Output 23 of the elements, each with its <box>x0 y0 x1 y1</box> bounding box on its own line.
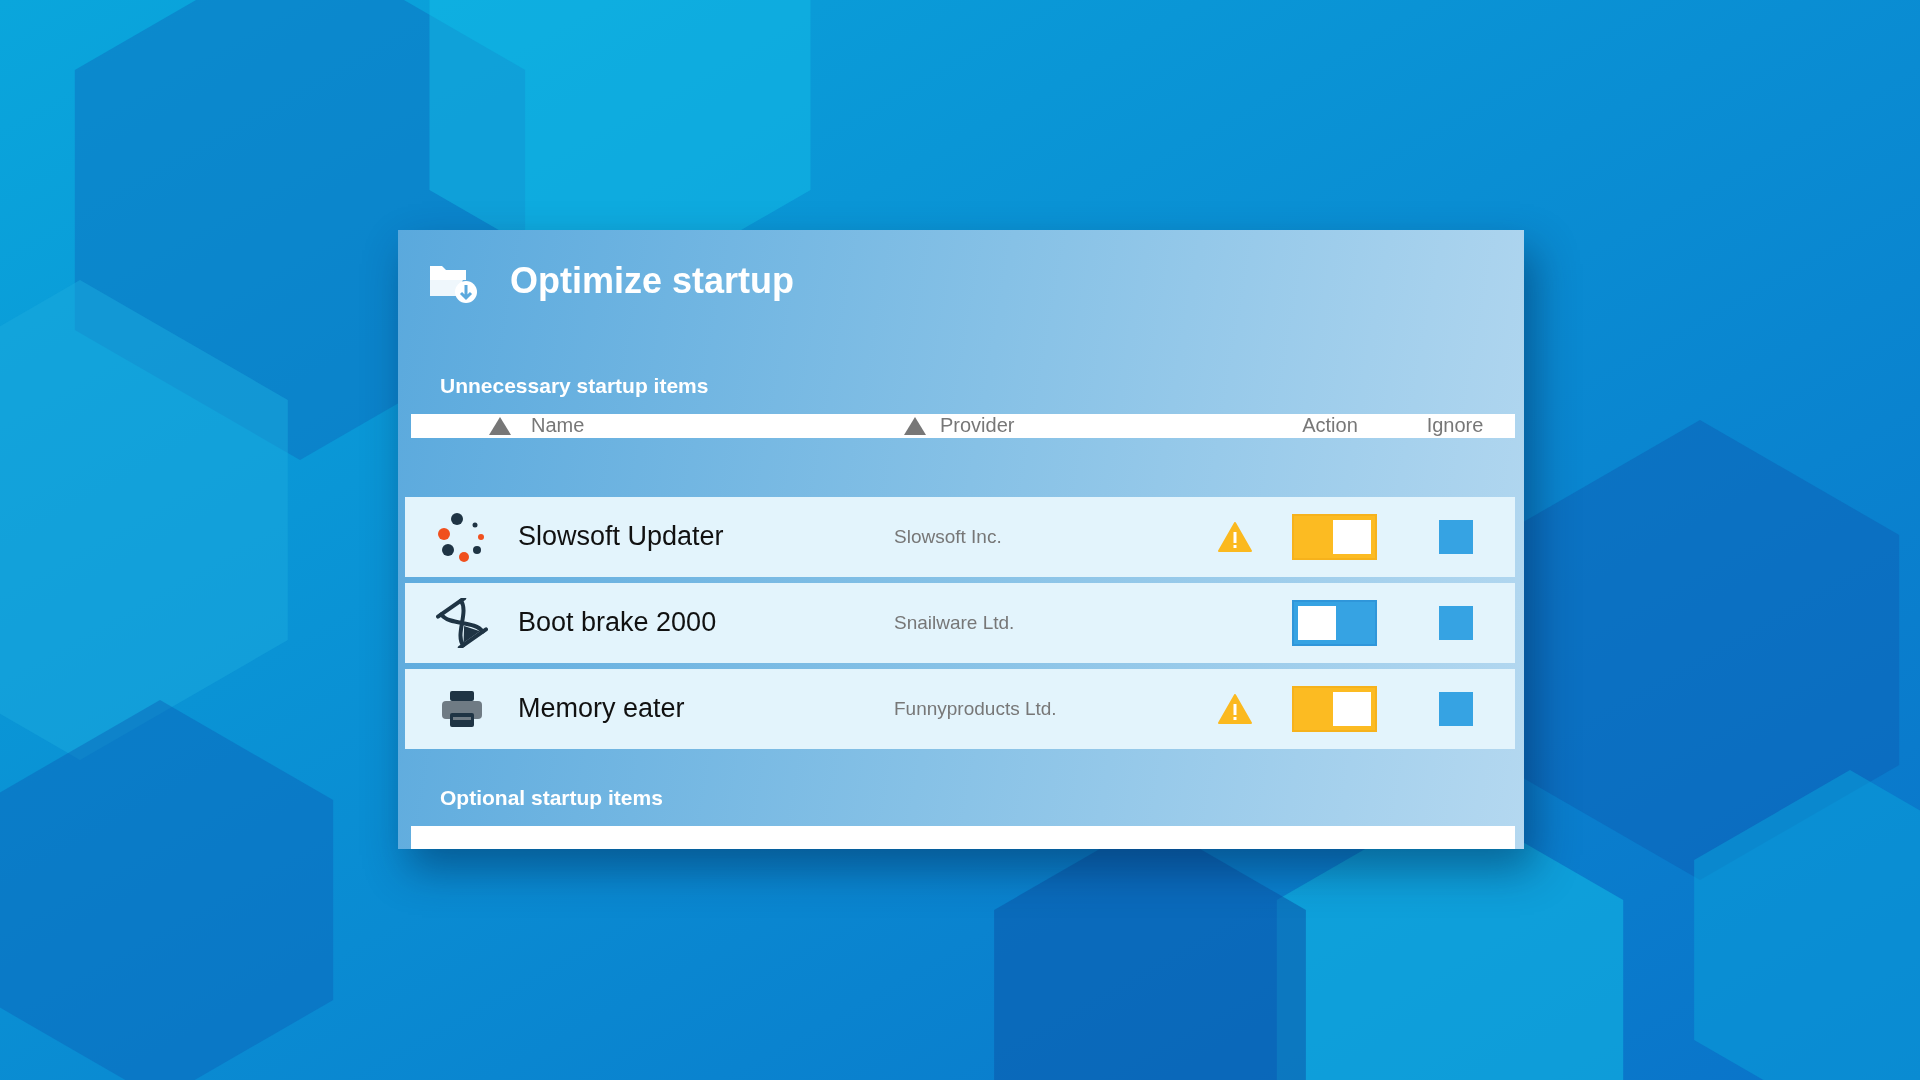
column-header[interactable]: Name <box>531 414 585 438</box>
section-title: Unnecessary startup items <box>440 374 709 397</box>
item-name: Memory eater <box>518 693 685 724</box>
column-header[interactable]: Action <box>1302 414 1358 438</box>
window-title: Optimize startup <box>510 260 795 302</box>
action-toggle[interactable] <box>1292 599 1377 646</box>
ignore-checkbox[interactable] <box>1439 691 1473 726</box>
action-toggle[interactable] <box>1292 513 1377 560</box>
column-header[interactable]: Ignore <box>1426 414 1484 438</box>
item-name: Boot brake 2000 <box>518 607 717 638</box>
sort-icon[interactable] <box>489 416 511 435</box>
item-provider: Snailware Ltd. <box>894 611 1015 634</box>
ignore-checkbox[interactable] <box>1439 605 1473 640</box>
hourglass-icon <box>435 597 488 648</box>
item-provider: Slowsoft Inc. <box>894 525 1002 548</box>
sort-icon[interactable] <box>904 416 926 435</box>
dots-icon <box>436 511 487 562</box>
item-provider: Funnyproducts Ltd. <box>894 697 1057 720</box>
action-toggle[interactable] <box>1292 685 1377 732</box>
ignore-checkbox[interactable] <box>1439 519 1473 554</box>
section-title: Optional startup items <box>440 785 663 809</box>
item-name: Slowsoft Updater <box>518 521 724 552</box>
column-header[interactable]: Provider <box>940 414 1015 438</box>
